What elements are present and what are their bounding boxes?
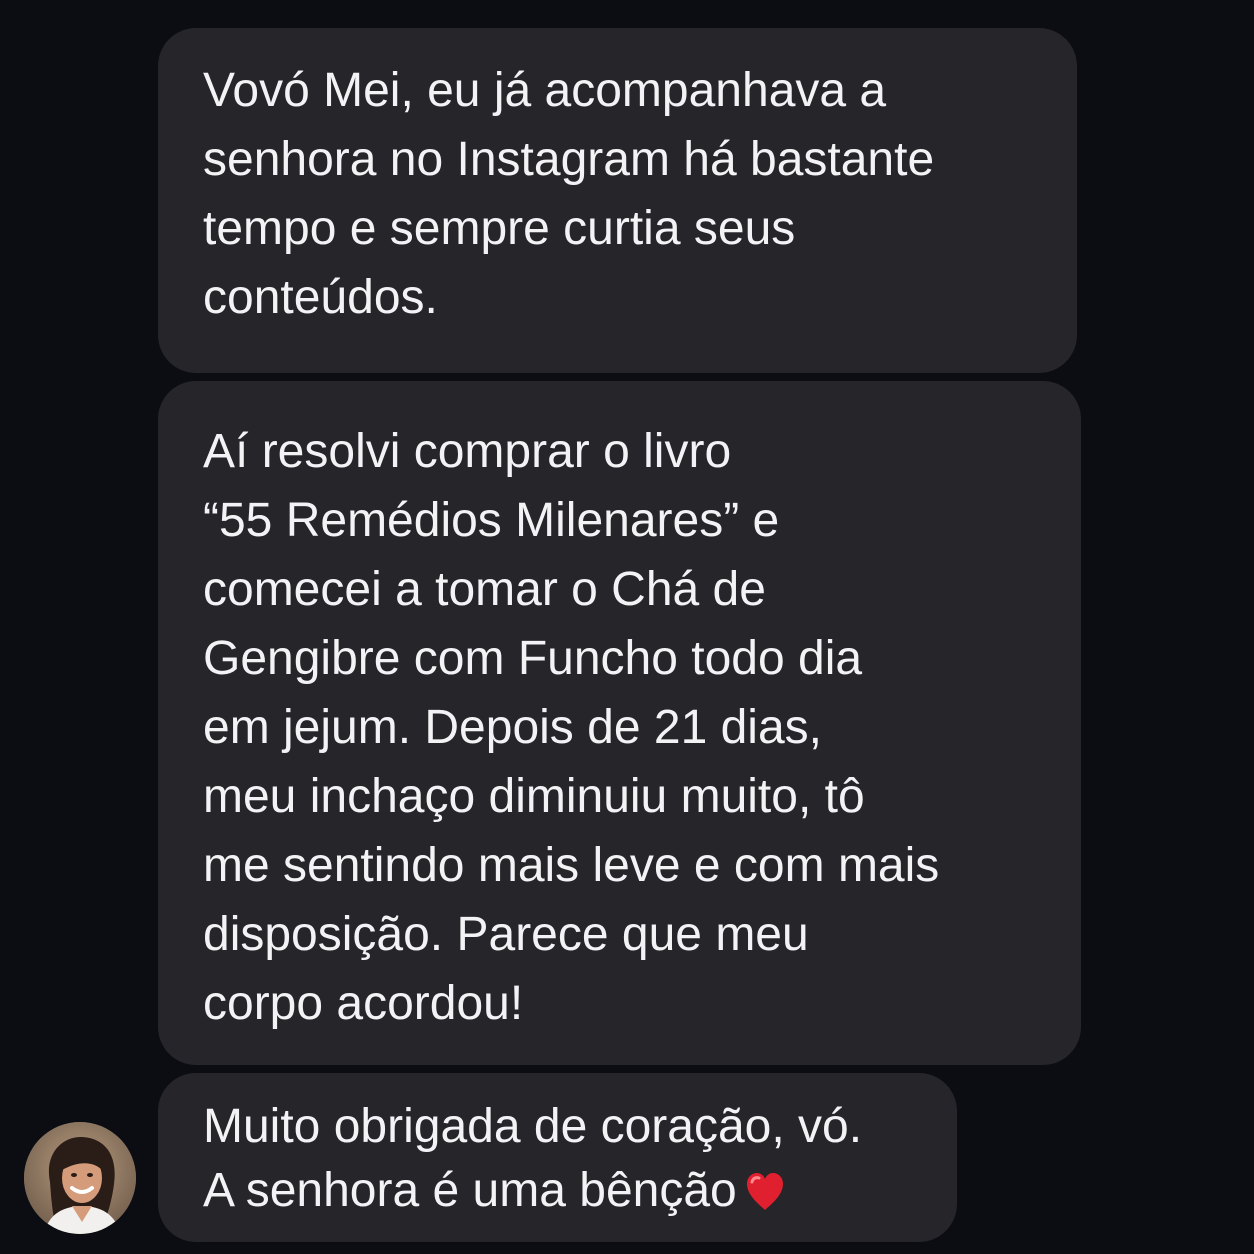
message-line: comecei a tomar o Chá de [203,563,766,616]
message-line: “55 Remédios Milenares” e [203,494,780,547]
message-line: conteúdos. [203,271,438,324]
message-bubble[interactable]: Vovó Mei, eu já acompanhava a senhora no… [158,28,1077,373]
message-text: Aí resolvi comprar o livro “55 Remédios … [203,417,939,1038]
message-line: Muito obrigada de coração, vó. [203,1100,863,1153]
avatar[interactable] [24,1122,136,1234]
message-bubble[interactable]: Aí resolvi comprar o livro “55 Remédios … [158,381,1081,1065]
message-line: disposição. Parece que meu [203,908,809,961]
message-line: em jejum. Depois de 21 dias, [203,701,822,754]
message-bubble[interactable]: Muito obrigada de coração, vó. A senhora… [158,1073,957,1242]
message-text: Muito obrigada de coração, vó. A senhora… [203,1095,862,1223]
message-line-text: A senhora é uma bênção [203,1164,737,1217]
chat-screen: Vovó Mei, eu já acompanhava a senhora no… [0,0,1254,1254]
message-text: Vovó Mei, eu já acompanhava a senhora no… [203,56,934,332]
red-heart-icon [743,1167,787,1211]
message-line: Aí resolvi comprar o livro [203,425,732,478]
avatar-photo [24,1122,136,1234]
message-line: Gengibre com Funcho todo dia [203,632,863,685]
message-line: senhora no Instagram há bastante [203,133,935,186]
message-line: corpo acordou! [203,977,524,1030]
message-line: me sentindo mais leve e com mais [203,839,940,892]
message-line: Vovó Mei, eu já acompanhava a [203,64,887,117]
message-line: tempo e sempre curtia seus [203,202,796,255]
message-line: A senhora é uma bênção [203,1159,862,1223]
message-line: meu inchaço diminuiu muito, tô [203,770,865,823]
